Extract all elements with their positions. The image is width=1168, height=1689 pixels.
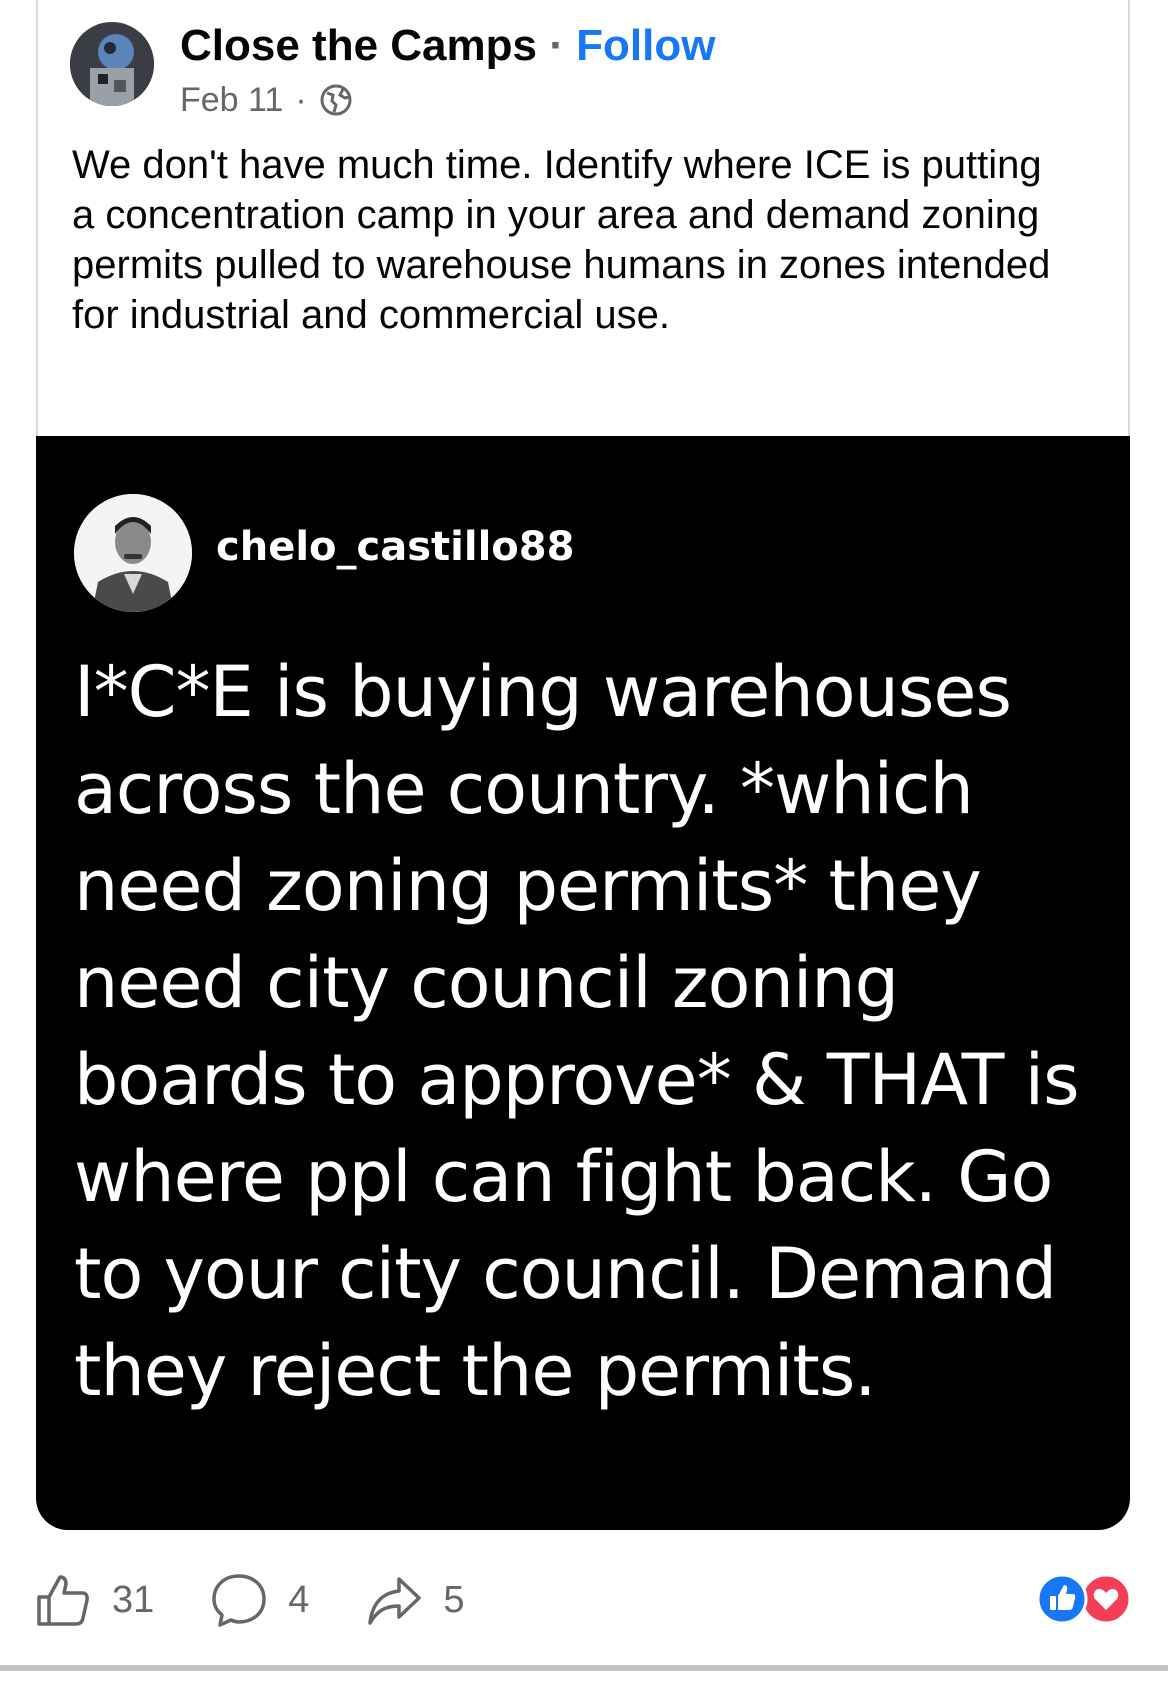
- shared-image[interactable]: chelo_castillo88 I*C*E is buying warehou…: [36, 436, 1130, 1530]
- share-icon: [368, 1577, 422, 1625]
- caption-text: We don't have much time. Identify where …: [72, 143, 1051, 337]
- quoted-text: I*C*E is buying warehouses across the co…: [74, 651, 1080, 1412]
- like-count: 31: [112, 1578, 155, 1621]
- comment-count: 4: [288, 1578, 310, 1621]
- post-header: Close the Camps · Follow Feb 11 ·: [70, 20, 970, 120]
- page-name[interactable]: Close the Camps: [180, 21, 537, 70]
- post-meta: Feb 11 ·: [180, 78, 353, 122]
- quoted-user-avatar: [74, 494, 192, 612]
- quoted-username: chelo_castillo88: [216, 524, 575, 570]
- reaction-summary[interactable]: [1036, 1573, 1132, 1625]
- share-count: 5: [443, 1578, 465, 1621]
- post-actions: 31 4 5: [34, 1560, 521, 1640]
- page-avatar-image: [70, 22, 154, 106]
- post-caption: We don't have much time. Identify where …: [72, 140, 1072, 340]
- post-title-line: Close the Camps · Follow: [180, 20, 715, 72]
- date-separator: ·: [295, 81, 307, 119]
- thumbs-up-icon: [37, 1575, 89, 1626]
- like-button[interactable]: 31: [34, 1571, 154, 1629]
- post-date[interactable]: Feb 11: [180, 78, 283, 122]
- like-reaction-icon: [1036, 1573, 1088, 1625]
- quoted-user-photo: [74, 494, 192, 612]
- love-reaction-icon: [1080, 1573, 1132, 1625]
- globe-icon[interactable]: [319, 83, 353, 117]
- page-avatar[interactable]: [70, 22, 154, 106]
- comment-button[interactable]: 4: [210, 1571, 309, 1629]
- bottom-divider: [0, 1665, 1168, 1671]
- follow-button[interactable]: Follow: [576, 21, 715, 70]
- share-button[interactable]: 5: [365, 1571, 465, 1629]
- comment-icon: [212, 1574, 267, 1627]
- title-separator: ·: [549, 21, 564, 70]
